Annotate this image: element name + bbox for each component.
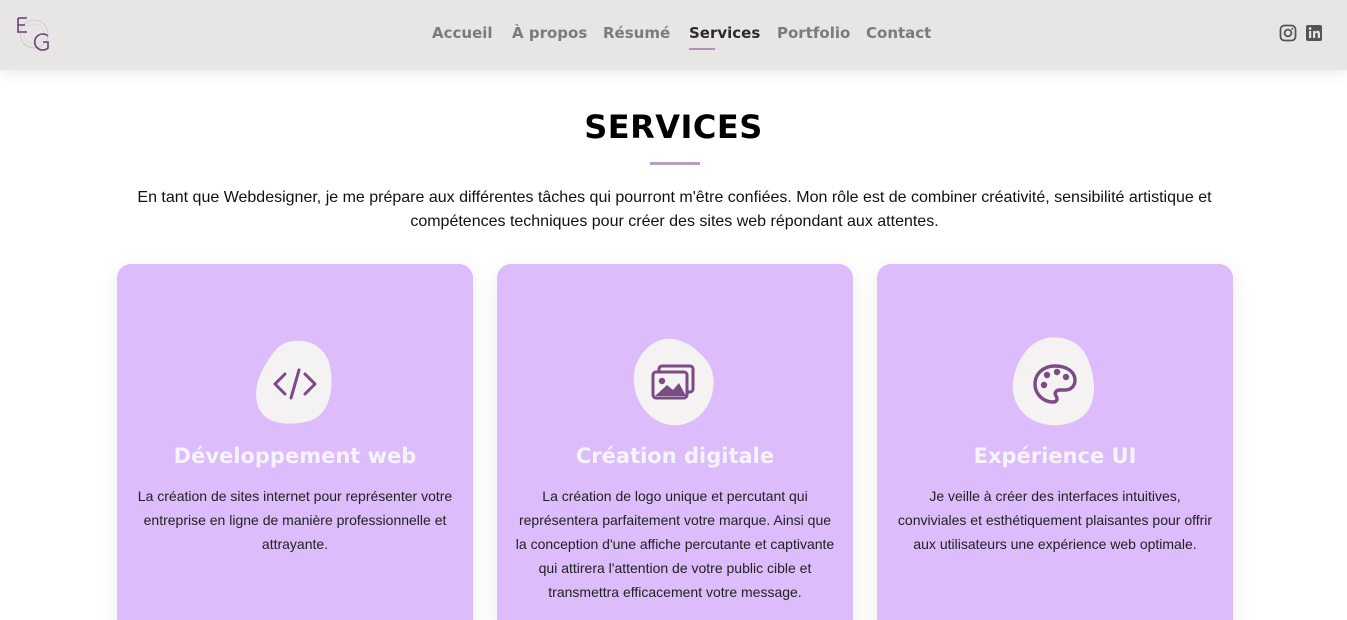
nav-item-services[interactable]: Services: [689, 24, 760, 42]
service-card-ui: Expérience UI Je veille à créer des inte…: [877, 264, 1233, 620]
section-intro: En tant que Webdesigner, je me prépare a…: [137, 189, 1212, 230]
service-title: Expérience UI: [973, 444, 1137, 468]
main-nav: Accueil À propos Résumé Services Portfol…: [0, 0, 1347, 70]
service-title: Développement web: [173, 444, 417, 468]
instagram-icon[interactable]: [1279, 24, 1297, 42]
nav-item-contact[interactable]: Contact: [866, 24, 931, 42]
palette-icon: [1012, 337, 1094, 426]
nav-item-portfolio[interactable]: Portfolio: [777, 24, 850, 42]
nav-item-a-propos[interactable]: À propos: [512, 24, 587, 42]
section-title: SERVICES: [584, 108, 763, 146]
images-icon: [633, 338, 714, 426]
logo-icon[interactable]: [10, 12, 54, 56]
service-card-digital: Création digitale La création de logo un…: [497, 264, 853, 620]
service-card-web: Développement web La création de sites i…: [117, 264, 473, 620]
service-description: Je veille à créer des interfaces intuiti…: [897, 488, 1213, 552]
active-nav-indicator: [689, 48, 715, 50]
linkedin-icon[interactable]: [1305, 24, 1323, 42]
nav-item-accueil[interactable]: Accueil: [432, 24, 493, 42]
code-icon: [256, 340, 332, 424]
nav-item-resume[interactable]: Résumé: [603, 24, 670, 42]
service-description: La création de logo unique et percutant …: [515, 488, 835, 600]
site-header: Accueil À propos Résumé Services Portfol…: [0, 0, 1347, 70]
service-description: La création de sites internet pour repré…: [137, 488, 453, 552]
title-divider: [650, 162, 700, 165]
service-title: Création digitale: [575, 444, 775, 468]
